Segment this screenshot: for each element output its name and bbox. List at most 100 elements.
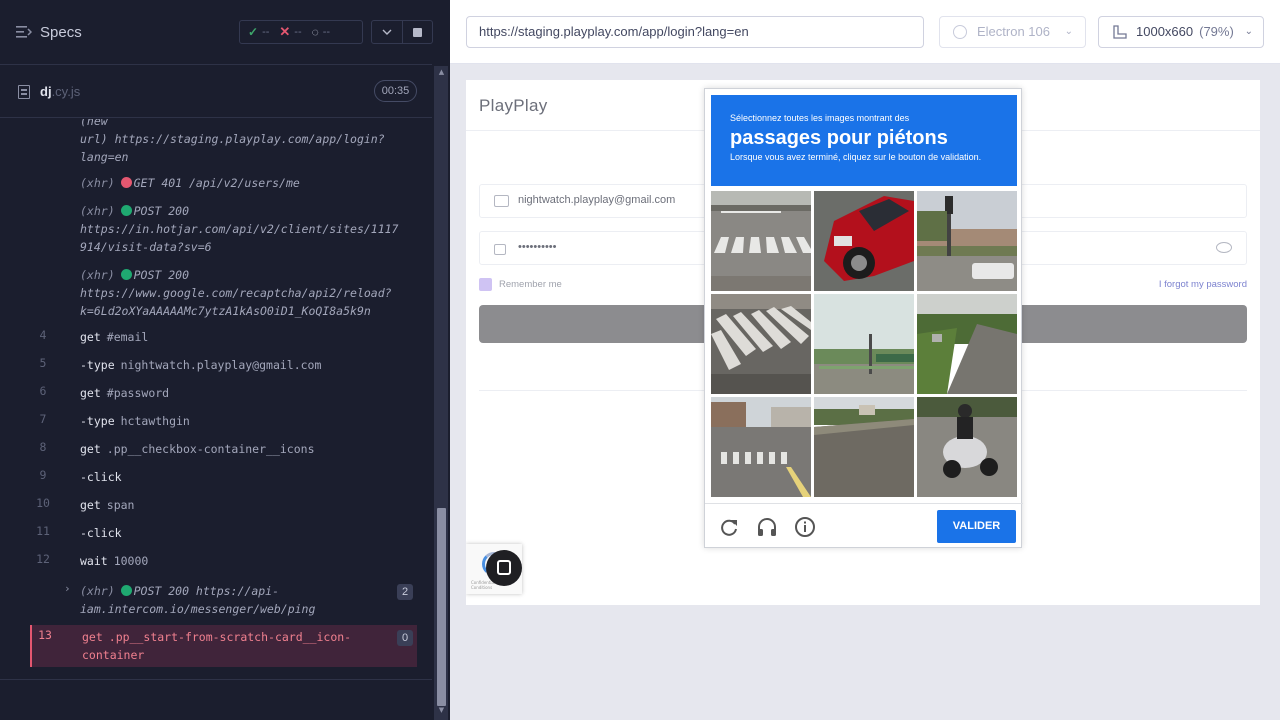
command-row[interactable]: 12 wait 10000 xyxy=(30,552,417,572)
element-count-badge: 0 xyxy=(397,630,413,646)
command-row[interactable]: 10 get span xyxy=(30,496,417,516)
headphones-icon[interactable] xyxy=(756,516,778,538)
xhr-label: (xhr) xyxy=(80,176,115,190)
command-row[interactable]: 4 get #email xyxy=(30,328,417,348)
info-icon[interactable] xyxy=(794,516,816,538)
ruler-icon xyxy=(1113,25,1127,39)
challenge-tile-crosswalk-street[interactable] xyxy=(711,191,811,291)
reporter-panel: Specs ✓ -- ✕ -- ◌ -- dj.cy.js 00:35 (new ur… xyxy=(0,0,450,720)
xhr-entry[interactable]: › (xhr) POST 200 https://api- iam.interco… xyxy=(30,582,417,620)
scroll-down-arrow-icon[interactable]: ▼ xyxy=(437,706,446,714)
xhr-url: 914/visit-data?sv=6 xyxy=(80,240,212,254)
viewport-size: 1000x660 xyxy=(1136,24,1194,39)
pending-stat: ◌ -- xyxy=(312,25,330,39)
status-dot-green xyxy=(120,269,132,280)
challenge-tile-curved-road[interactable] xyxy=(917,294,1017,394)
failed-count: -- xyxy=(294,26,302,38)
stop-button[interactable] xyxy=(403,21,433,43)
xhr-entry[interactable]: (xhr) POST 200 https://www.google.com/rec… xyxy=(30,266,417,322)
xhr-text: POST 200 https://api- xyxy=(133,584,280,598)
challenge-tile-plain-road[interactable] xyxy=(814,397,914,497)
command-row[interactable]: 7 -type hctawthgin xyxy=(30,412,417,432)
command-row[interactable]: 6 get #password xyxy=(30,384,417,404)
playplay-logo[interactable]: PlayPlay xyxy=(479,96,548,116)
reload-icon[interactable] xyxy=(718,516,740,538)
command-name: get xyxy=(80,386,101,400)
log-line: lang=en xyxy=(80,150,129,164)
challenge-tile-traffic-light-corner[interactable] xyxy=(917,191,1017,291)
line-number: 12 xyxy=(36,552,50,566)
command-name: -click xyxy=(80,470,122,484)
chevron-down-icon xyxy=(382,29,392,35)
pending-circle-icon: ◌ xyxy=(311,25,319,39)
scrollbar-thumb[interactable] xyxy=(437,508,446,706)
mail-icon xyxy=(494,195,509,207)
chevron-right-icon[interactable]: › xyxy=(64,582,71,595)
viewport-scale: (79%) xyxy=(1199,24,1234,39)
command-row[interactable]: 8 get .pp__checkbox-container__icons xyxy=(30,440,417,460)
command-row[interactable]: 5 -type nightwatch.playplay@gmail.com xyxy=(30,356,417,376)
command-name: get xyxy=(80,442,101,456)
command-row[interactable]: 9 -click xyxy=(30,468,417,488)
command-name: -type xyxy=(80,358,115,372)
command-name: -type xyxy=(80,414,115,428)
status-dot-red xyxy=(120,177,132,188)
line-number: 6 xyxy=(39,384,47,398)
challenge-tile-crosswalk-closeup[interactable] xyxy=(711,294,811,394)
challenge-tile-intersection-crosswalk[interactable] xyxy=(711,397,811,497)
url-bar[interactable]: https://staging.playplay.com/app/login?l… xyxy=(466,16,924,48)
spec-file-row[interactable]: dj.cy.js 00:35 xyxy=(0,66,432,118)
electron-icon xyxy=(953,25,967,39)
specs-list-icon[interactable] xyxy=(16,25,32,39)
verify-button[interactable]: VALIDER xyxy=(937,510,1016,543)
remember-me-label: Remember me xyxy=(499,279,562,290)
xhr-label: (xhr) xyxy=(80,204,115,218)
xhr-entry[interactable]: (xhr) POST 200 https://in.hotjar.com/api/… xyxy=(30,202,417,258)
lock-icon xyxy=(494,244,506,255)
eye-icon[interactable] xyxy=(1216,242,1232,253)
file-basename: dj xyxy=(40,84,52,99)
line-number: 4 xyxy=(39,328,47,342)
password-value: •••••••••• xyxy=(518,241,557,253)
intercom-launcher[interactable] xyxy=(486,550,522,586)
challenge-image-grid xyxy=(711,191,1017,497)
command-name: wait xyxy=(80,554,108,568)
file-extension: .cy.js xyxy=(51,84,81,99)
command-arg: span xyxy=(106,498,135,512)
xhr-entry[interactable]: (xhr) GET 401 /api/v2/users/me xyxy=(30,174,417,194)
xhr-url: https://www.google.com/recaptcha/api2/re… xyxy=(80,286,392,300)
command-log-entry[interactable]: (new url) https://staging.playplay.com/a… xyxy=(30,119,417,164)
command-arg: .pp__checkbox-container__icons xyxy=(106,442,315,456)
xhr-text: POST 200 xyxy=(133,268,190,282)
challenge-target: passages pour piétons xyxy=(730,127,948,149)
line-number: 10 xyxy=(36,496,50,510)
command-arg: 10000 xyxy=(113,554,149,568)
challenge-tile-street-pole[interactable] xyxy=(814,294,914,394)
challenge-tile-red-car[interactable] xyxy=(814,191,914,291)
forgot-password-link[interactable]: I forgot my password xyxy=(1159,279,1247,290)
challenge-tile-scooter-rider[interactable] xyxy=(917,397,1017,497)
challenge-instruction: Sélectionnez toutes les images montrant … xyxy=(730,113,910,123)
command-name: get xyxy=(80,330,101,344)
remember-me-checkbox[interactable] xyxy=(479,278,492,291)
run-controls xyxy=(371,20,433,44)
browser-selector[interactable]: Electron 106 ⌄ xyxy=(939,16,1086,48)
specs-title[interactable]: Specs xyxy=(40,24,82,41)
viewport-selector[interactable]: 1000x660 (79%) ⌄ xyxy=(1098,16,1264,48)
command-row[interactable]: 11 -click xyxy=(30,524,417,544)
scroll-up-arrow-icon[interactable]: ▲ xyxy=(437,68,446,76)
command-name: get xyxy=(82,630,103,644)
chevron-down-button[interactable] xyxy=(372,21,403,43)
challenge-footer-divider xyxy=(705,503,1023,504)
passed-count: -- xyxy=(262,26,270,38)
xhr-label: (xhr) xyxy=(80,584,115,598)
failed-command-row[interactable]: 13 get .pp__start-from-scratch-card__icon… xyxy=(30,625,417,667)
status-dot-green xyxy=(120,585,132,596)
recaptcha-challenge: Sélectionnez toutes les images montrant … xyxy=(704,88,1023,548)
chat-icon xyxy=(497,560,511,575)
pending-count: -- xyxy=(322,26,331,38)
command-name: get xyxy=(80,498,101,512)
check-icon: ✓ xyxy=(248,25,259,39)
log-line: (new xyxy=(80,119,108,128)
line-number: 7 xyxy=(39,412,47,426)
